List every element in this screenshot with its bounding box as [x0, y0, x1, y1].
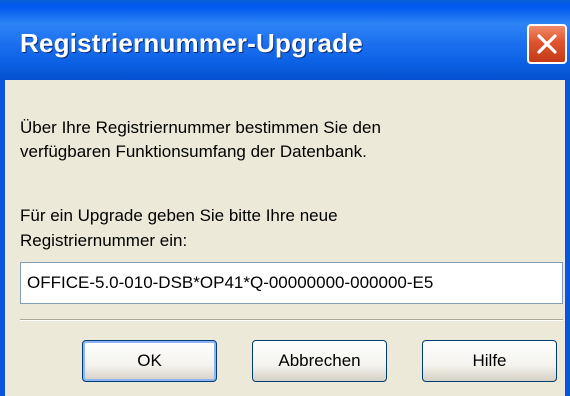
intro-text-line1: Über Ihre Registriernummer bestimmen Sie… — [20, 118, 381, 137]
help-button[interactable]: Hilfe — [422, 340, 557, 382]
close-button[interactable] — [527, 24, 567, 64]
intro-text-line2: verfügbaren Funktionsumfang der Datenban… — [20, 142, 367, 161]
prompt-text-line2: Registriernummer ein: — [20, 231, 188, 250]
registration-number-input[interactable] — [20, 262, 563, 304]
ok-button[interactable]: OK — [82, 340, 217, 382]
prompt-text-line1: Für ein Upgrade geben Sie bitte Ihre neu… — [20, 206, 338, 225]
separator — [20, 319, 563, 321]
window-border-right — [565, 80, 570, 396]
dialog-window: Registriernummer-Upgrade Über Ihre Regis… — [0, 0, 570, 396]
dialog-title: Registriernummer-Upgrade — [20, 28, 363, 58]
close-icon — [537, 34, 557, 54]
title-bar[interactable]: Registriernummer-Upgrade — [0, 0, 570, 80]
cancel-button[interactable]: Abbrechen — [252, 340, 387, 382]
